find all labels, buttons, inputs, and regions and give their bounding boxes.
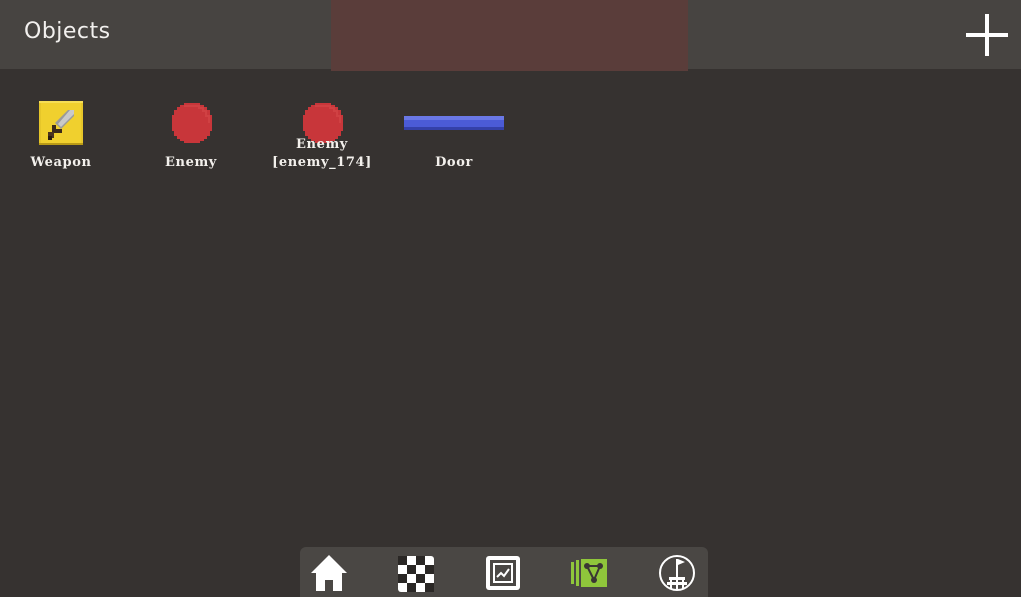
sword-tile-icon xyxy=(39,101,83,145)
toolbar-world-button[interactable] xyxy=(655,553,699,593)
frame-icon xyxy=(486,556,520,590)
object-map-icon xyxy=(571,559,607,587)
toolbar-frame-button[interactable] xyxy=(481,553,525,593)
blue-bar-icon xyxy=(404,116,504,130)
toolbar-tiles-button[interactable] xyxy=(394,553,438,593)
object-label: Door xyxy=(399,154,509,172)
object-label-line: [enemy_174] xyxy=(272,155,372,170)
toolbar-home-button[interactable] xyxy=(307,553,351,593)
header-bar: Objects xyxy=(0,0,1021,71)
header-highlight-region xyxy=(331,0,688,71)
red-circle-icon xyxy=(172,103,212,143)
object-label-line: Enemy xyxy=(165,155,217,170)
globe-flag-icon xyxy=(659,555,695,591)
object-icon-wrap xyxy=(6,100,116,146)
app-window: Objects Weapon Enemy Enemy [enemy_174] D… xyxy=(0,0,1021,597)
object-label: Enemy [enemy_174] xyxy=(267,136,377,172)
object-item-enemy[interactable]: Enemy xyxy=(136,100,246,180)
toolbar-objects-button[interactable] xyxy=(568,553,612,593)
object-item-door[interactable]: Door xyxy=(399,100,509,180)
object-label: Enemy xyxy=(136,154,246,172)
plus-icon xyxy=(966,14,1008,56)
object-item-weapon[interactable]: Weapon xyxy=(6,100,116,180)
add-object-button[interactable] xyxy=(962,10,1012,60)
checkerboard-icon xyxy=(398,556,434,592)
object-item-enemy-174[interactable]: Enemy [enemy_174] xyxy=(267,100,377,180)
object-icon-wrap xyxy=(399,100,509,146)
object-label-line: Door xyxy=(435,155,473,170)
object-label-line: Enemy xyxy=(296,137,348,152)
object-label: Weapon xyxy=(6,154,116,172)
bottom-toolbar xyxy=(300,547,708,597)
object-icon-wrap xyxy=(136,100,246,146)
home-icon xyxy=(311,555,347,591)
object-label-line: Weapon xyxy=(30,155,92,170)
page-title: Objects xyxy=(24,19,111,44)
